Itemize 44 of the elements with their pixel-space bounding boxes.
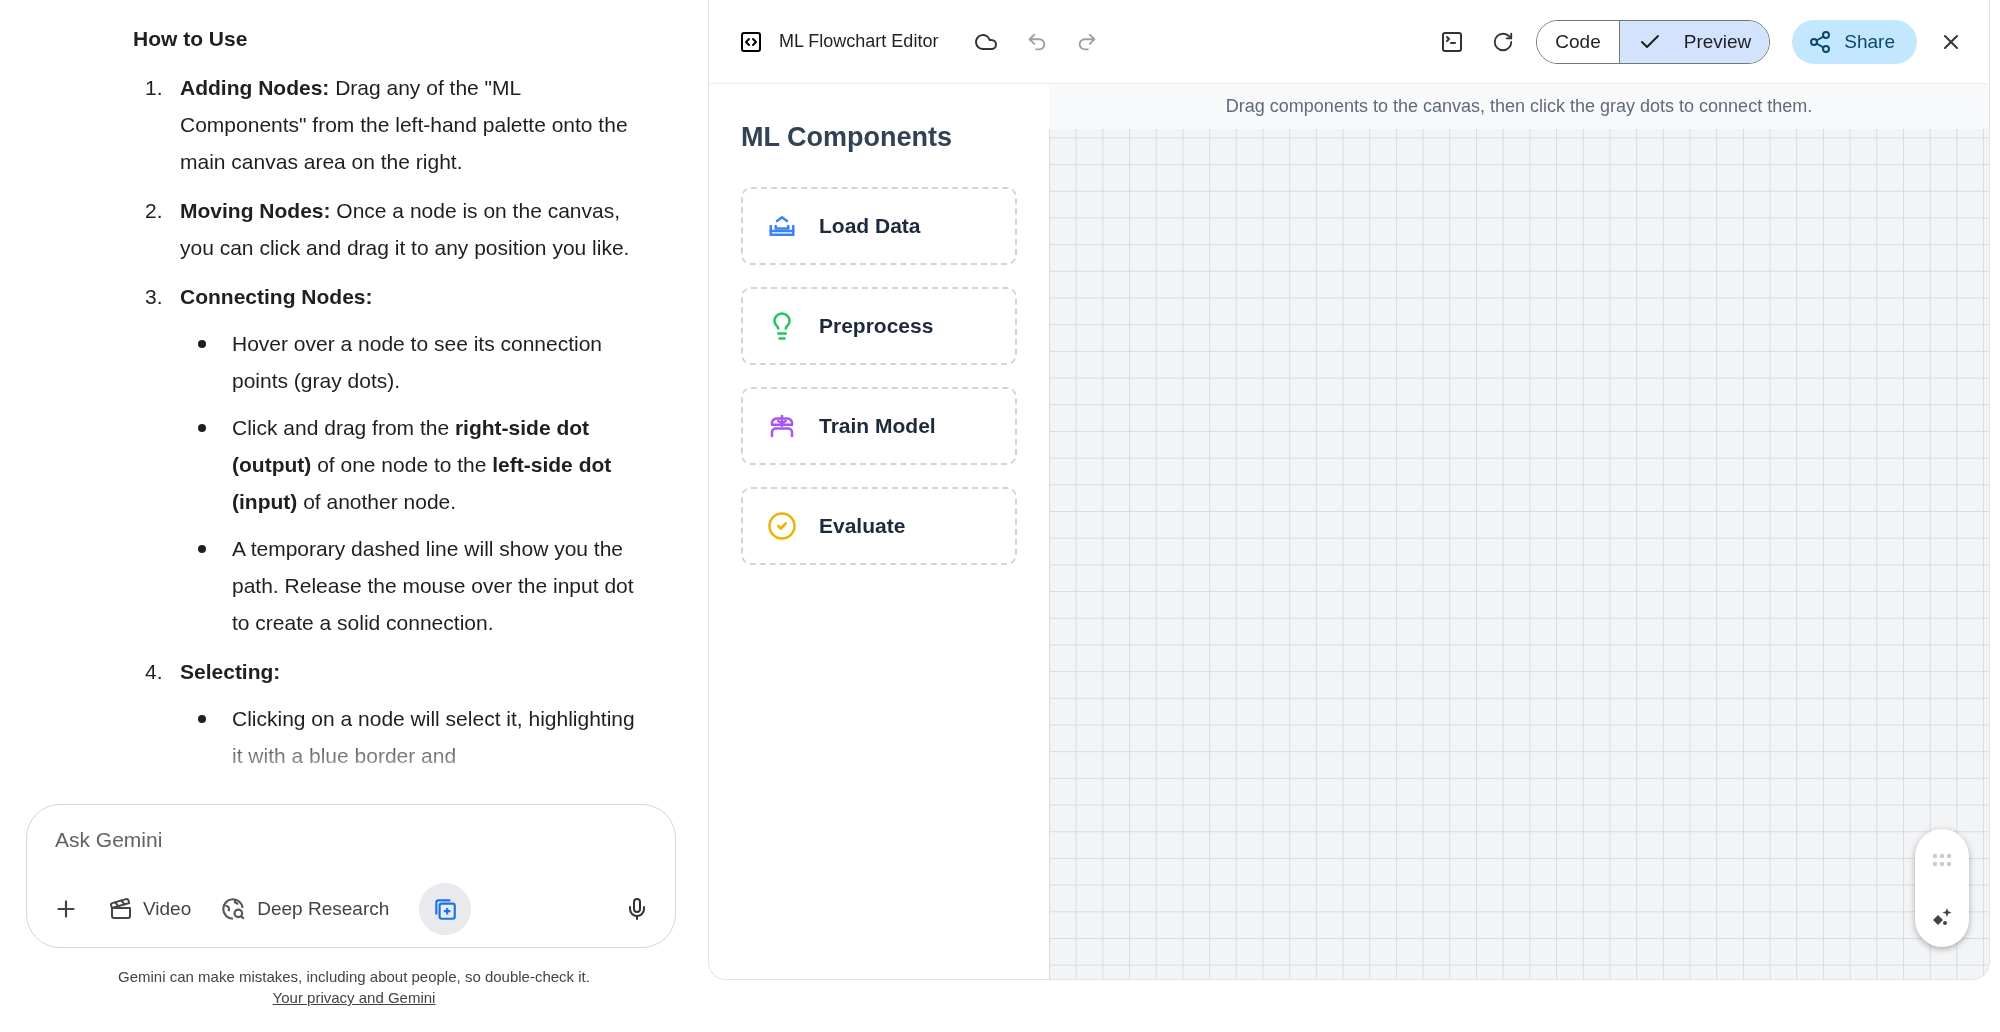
share-icon [1808, 29, 1833, 54]
code-icon [739, 29, 763, 54]
canvas-grid[interactable]: Drag components to the canvas, then click the gray dots to connect them. [1049, 84, 1989, 979]
bullet-text: Hover over a node to see its connection points (gray dots). [232, 331, 604, 394]
bullet-icon [198, 424, 206, 432]
privacy-link[interactable]: Your privacy and Gemini [272, 989, 436, 1006]
component-card[interactable]: Load Data [741, 187, 1017, 265]
step-text: Adding Nodes: Drag any of the "ML Components" from the left-hand palette onto the main canvas area on the right. [180, 75, 629, 175]
view-tab[interactable]: Preview [1618, 20, 1770, 63]
step-text: Moving Nodes: Once a node is on the canvas, you can click and drag it to any position you like. [180, 198, 631, 261]
canvas-icon [432, 896, 459, 922]
editor-title: ML Flowchart Editor [779, 31, 939, 52]
bullet-text: Click and drag from the right-side dot (output) of one node to the left-side dot (input) of another node. [232, 415, 613, 515]
component-card[interactable]: Evaluate [741, 487, 1017, 565]
list-number: 2. [144, 198, 164, 224]
bullet-text: A temporary dashed line will show you the path. Release the mouse over the input dot to create a solid connection. [232, 536, 635, 636]
prompt-box[interactable]: Ask Gemini Video Deep Research [26, 804, 676, 948]
disclaimer-text: Gemini can make mistakes, including about people, so double-check it. [117, 967, 591, 987]
bullet-icon [198, 340, 206, 348]
component-label: Train Model [819, 414, 936, 438]
step-text: Selecting: [180, 659, 282, 685]
terminal-icon [1440, 29, 1465, 54]
drag-handle-icon[interactable] [1932, 853, 1952, 867]
clapperboard-icon [109, 897, 133, 921]
canvas-hint: Drag components to the canvas, then click the gray dots to connect them. [1049, 84, 1989, 129]
share-button[interactable]: Share [1792, 19, 1917, 64]
bullet-icon [198, 715, 206, 723]
list-number: 4. [144, 659, 164, 685]
section-heading: How to Use [133, 26, 249, 52]
palette-title: ML Components [741, 122, 953, 153]
deep-research-button[interactable]: Deep Research [221, 892, 390, 926]
component-label: Evaluate [819, 514, 906, 538]
component-label: Preprocess [819, 314, 934, 338]
list-number: 3. [144, 284, 164, 310]
bullet-icon [198, 545, 206, 553]
video-button[interactable]: Video [109, 893, 192, 925]
list-number: 1. [144, 75, 164, 101]
refresh-icon [1492, 30, 1515, 53]
component-label: Load Data [819, 214, 921, 238]
step-text: Connecting Nodes: [180, 284, 374, 310]
check-circle-icon [767, 511, 797, 541]
bullet-text: Clicking on a node will select it, highlighting it with a blue border and [232, 706, 636, 769]
component-card[interactable]: Train Model [741, 387, 1017, 465]
component-card[interactable]: Preprocess [741, 287, 1017, 365]
